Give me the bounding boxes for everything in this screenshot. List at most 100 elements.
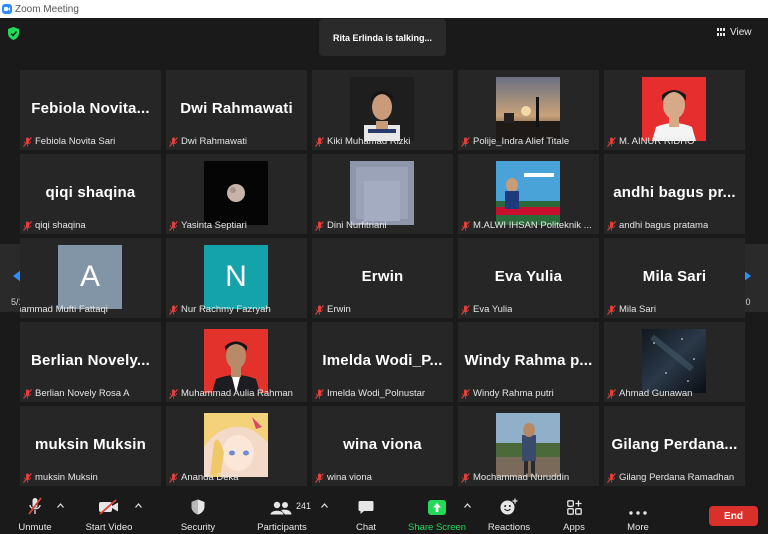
active-speaker-indicator: Rita Erlinda is talking... (319, 19, 446, 56)
participant-name: Eva Yulia (473, 304, 513, 315)
start-video-button[interactable]: Start Video (80, 493, 138, 534)
muted-microphone-icon (28, 497, 42, 515)
end-meeting-button[interactable]: End (709, 506, 758, 526)
participant-tile[interactable]: Mila Sari Mila Sari (604, 238, 745, 318)
muted-mic-icon (23, 472, 32, 483)
participant-tile[interactable]: Windy Rahma p... Windy Rahma putri (458, 322, 599, 402)
participant-name: Yasinta Septiari (181, 220, 247, 231)
view-button[interactable]: View (717, 24, 752, 40)
participant-name: Ananda Deka (181, 472, 239, 483)
participant-name-label: Nur Rachmy Fazryah (169, 303, 271, 316)
muted-mic-icon (169, 388, 178, 399)
video-options-caret-icon[interactable] (135, 503, 142, 508)
participant-name-label: Polije_Indra Alief Titale (461, 135, 569, 148)
participant-tile[interactable]: muksin Muksin muksin Muksin (20, 406, 161, 486)
participant-tile[interactable]: Febiola Novita... Febiola Novita Sari (20, 70, 161, 150)
zoom-window: Zoom Meeting Rita Erlinda is talking... … (0, 0, 768, 534)
participant-name-label: andhi bagus pratama (607, 219, 708, 232)
chat-button[interactable]: Chat (350, 493, 382, 534)
participant-tile[interactable]: M. AINUR RIDHO (604, 70, 745, 150)
muted-mic-icon (607, 388, 616, 399)
participant-tile[interactable]: Imelda Wodi_P... Imelda Wodi_Polnustar (312, 322, 453, 402)
participant-tile[interactable]: Ahmad Gunawan (604, 322, 745, 402)
participant-name-label: Dwi Rahmawati (169, 135, 247, 148)
participant-tile[interactable]: A hammad Mufti Fattaqi (20, 238, 161, 318)
participant-name-label: Yasinta Septiari (169, 219, 247, 232)
participant-tile[interactable]: Ananda Deka (166, 406, 307, 486)
participant-avatar: A (58, 245, 122, 309)
participant-photo (642, 77, 706, 141)
unmute-label: Unmute (18, 522, 52, 533)
participant-name-label: Ahmad Gunawan (607, 387, 692, 400)
participant-name: Nur Rachmy Fazryah (181, 304, 271, 315)
participant-display-name: qiqi shaqina (45, 184, 136, 201)
participant-name: Gilang Perdana Ramadhan (619, 472, 735, 483)
share-options-caret-icon[interactable] (464, 503, 471, 508)
participant-tile[interactable]: Kiki Muhamad Rizki (312, 70, 453, 150)
participants-options-caret-icon[interactable] (321, 503, 328, 508)
share-screen-button[interactable]: Share Screen (407, 493, 467, 534)
muted-mic-icon (169, 304, 178, 315)
more-button[interactable]: More (622, 493, 654, 534)
encryption-shield-icon[interactable] (8, 27, 19, 40)
participant-tile[interactable]: Dini Nurfitriani (312, 154, 453, 234)
participant-name: Dwi Rahmawati (181, 136, 247, 147)
participant-name: Berlian Novely Rosa A (35, 388, 130, 399)
participant-photo (642, 329, 706, 393)
participant-name-label: M. AINUR RIDHO (607, 135, 694, 148)
muted-mic-icon (169, 472, 178, 483)
participant-display-name: Gilang Perdana... (611, 436, 738, 453)
participant-tile[interactable]: Mochammad Nuruddin (458, 406, 599, 486)
participant-tile[interactable]: Muhammad Aulia Rahman (166, 322, 307, 402)
participant-name: Imelda Wodi_Polnustar (327, 388, 426, 399)
participant-tile[interactable]: wina viona wina viona (312, 406, 453, 486)
muted-mic-icon (23, 136, 32, 147)
participant-name-label: Dini Nurfitriani (315, 219, 387, 232)
security-button[interactable]: Security (178, 493, 218, 534)
participant-tile[interactable]: N Nur Rachmy Fazryah (166, 238, 307, 318)
participant-display-name: wina viona (343, 436, 422, 453)
participant-tile[interactable]: qiqi shaqina qiqi shaqina (20, 154, 161, 234)
reactions-button[interactable]: Reactions (486, 493, 532, 534)
participant-name-label: Erwin (315, 303, 351, 316)
audio-options-caret-icon[interactable] (57, 503, 64, 508)
participant-display-name: Erwin (361, 268, 404, 285)
participant-name: Windy Rahma putri (473, 388, 554, 399)
participant-photo (204, 413, 268, 477)
participant-tile[interactable]: Eva Yulia Eva Yulia (458, 238, 599, 318)
unmute-button[interactable]: Unmute (13, 493, 57, 534)
participant-display-name: Mila Sari (642, 268, 707, 285)
participant-tile[interactable]: M.ALWI IHSAN Politeknik ... (458, 154, 599, 234)
view-label: View (730, 26, 752, 38)
participant-name-label: wina viona (315, 471, 372, 484)
participant-tile[interactable]: andhi bagus pr... andhi bagus pratama (604, 154, 745, 234)
participant-display-name: Eva Yulia (494, 268, 563, 285)
start-video-label: Start Video (85, 522, 133, 533)
muted-mic-icon (461, 388, 470, 399)
participant-display-name: Berlian Novely... (31, 352, 150, 369)
participants-button[interactable]: Participants (254, 493, 310, 534)
participants-icon (270, 501, 292, 515)
participant-name: Febiola Novita Sari (35, 136, 116, 147)
participant-name-label: Mochammad Nuruddin (461, 471, 569, 484)
participant-tile[interactable]: Yasinta Septiari (166, 154, 307, 234)
participant-tile[interactable]: Erwin Erwin (312, 238, 453, 318)
muted-mic-icon (169, 136, 178, 147)
shield-icon (191, 499, 205, 515)
participant-name: qiqi shaqina (35, 220, 86, 231)
participant-tile[interactable]: Gilang Perdana... Gilang Perdana Ramadha… (604, 406, 745, 486)
participant-display-name: muksin Muksin (35, 436, 146, 453)
more-label: More (627, 522, 649, 533)
participant-tile[interactable]: Berlian Novely... Berlian Novely Rosa A (20, 322, 161, 402)
apps-icon (566, 500, 582, 515)
muted-mic-icon (315, 472, 324, 483)
muted-mic-icon (607, 304, 616, 315)
participant-photo (496, 77, 560, 141)
chat-bubble-icon (358, 501, 374, 514)
muted-mic-icon (23, 388, 32, 399)
participant-tile[interactable]: Polije_Indra Alief Titale (458, 70, 599, 150)
apps-button[interactable]: Apps (559, 493, 589, 534)
participant-tile[interactable]: Dwi Rahmawati Dwi Rahmawati (166, 70, 307, 150)
participant-name: Polije_Indra Alief Titale (473, 136, 570, 147)
muted-mic-icon (315, 388, 324, 399)
